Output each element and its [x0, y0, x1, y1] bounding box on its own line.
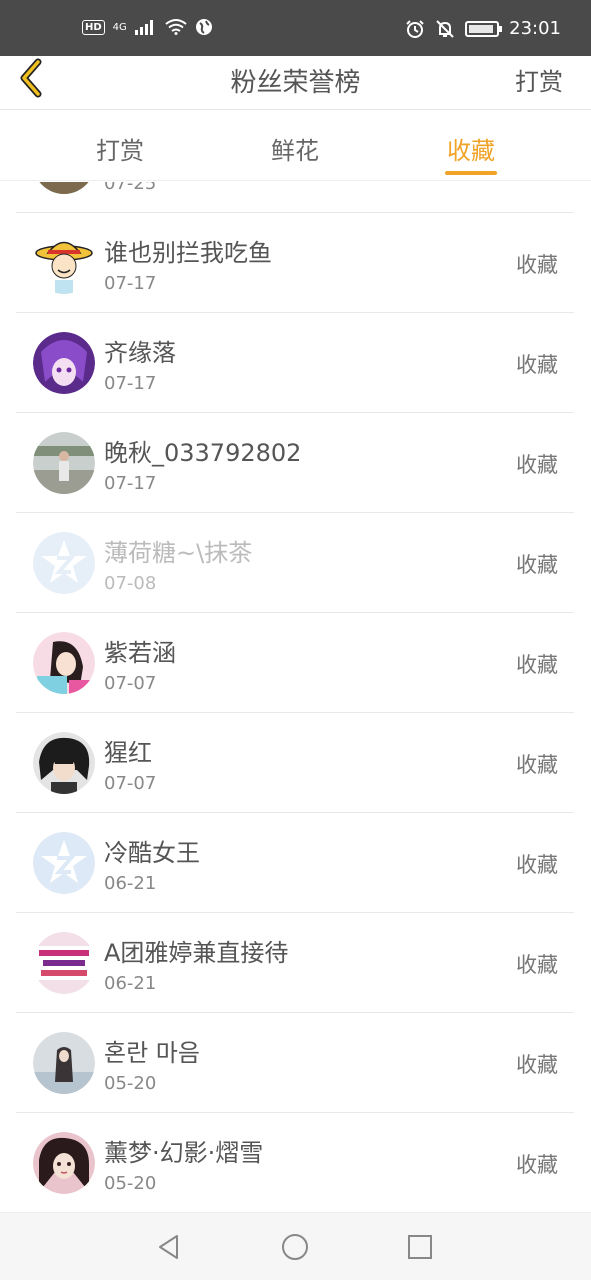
- item-name: 紫若涵: [104, 639, 176, 667]
- alarm-icon: [406, 19, 424, 38]
- list-item[interactable]: 혼란 마음 05-20 收藏: [16, 1013, 574, 1113]
- item-date: 07-08: [104, 573, 157, 594]
- list-item[interactable]: 猩红 07-07 收藏: [16, 713, 574, 813]
- mute-bell-icon: [436, 19, 454, 38]
- avatar: [33, 232, 95, 294]
- item-date: 06-21: [104, 973, 157, 994]
- tab-bar: 打赏 鲜花 收藏: [0, 111, 591, 181]
- item-name: 혼란 마음: [104, 1039, 200, 1067]
- circle-home-icon[interactable]: [279, 1231, 311, 1263]
- list-item[interactable]: A团雅婷兼直接待 06-21 收藏: [16, 913, 574, 1013]
- item-action: 收藏: [516, 853, 558, 877]
- item-date: 07-17: [104, 373, 157, 394]
- page-title: 粉丝荣誉榜: [230, 68, 361, 98]
- item-action: 收藏: [516, 553, 558, 577]
- avatar: [33, 932, 95, 994]
- fan-list[interactable]: 07-25 谁也别拦我吃鱼 07-17 收藏 齐缘落 07-17 收藏 晚秋_0…: [16, 182, 574, 1212]
- globe-icon: [195, 19, 212, 35]
- list-item[interactable]: 薰梦·幻影·熠雪 05-20 收藏: [16, 1113, 574, 1212]
- item-name: 薄荷糖~\抹茶: [104, 539, 253, 567]
- status-left: HD 4G: [82, 18, 213, 36]
- item-action: 收藏: [516, 253, 558, 277]
- item-action: 收藏: [516, 1153, 558, 1177]
- item-date: 07-17: [104, 473, 157, 494]
- network-type: 4G: [112, 21, 127, 33]
- tab-favorites[interactable]: 收藏: [411, 131, 531, 166]
- default-avatar-icon: [33, 832, 95, 894]
- item-action: 收藏: [516, 653, 558, 677]
- item-name: 薰梦·幻影·熠雪: [104, 1139, 264, 1167]
- clock: 23:01: [509, 18, 561, 39]
- item-action: 收藏: [516, 1053, 558, 1077]
- list-item-partial[interactable]: 07-25: [16, 182, 574, 213]
- list-item[interactable]: 齐缘落 07-17 收藏: [16, 313, 574, 413]
- system-nav-bar: [0, 1212, 591, 1280]
- status-bar: HD 4G 23:01: [0, 0, 591, 56]
- header: 粉丝荣誉榜 打赏: [0, 56, 591, 110]
- list-item[interactable]: 薄荷糖~\抹茶 07-08 收藏: [16, 513, 574, 613]
- triangle-back-icon[interactable]: [153, 1231, 185, 1263]
- avatar: [33, 332, 95, 394]
- square-recent-icon[interactable]: [404, 1231, 436, 1263]
- list-item[interactable]: 冷酷女王 06-21 收藏: [16, 813, 574, 913]
- item-name: 冷酷女王: [104, 839, 200, 867]
- avatar: [33, 732, 95, 794]
- active-tab-indicator: [445, 171, 497, 175]
- item-name: 晚秋_033792802: [104, 439, 302, 467]
- item-name: 谁也别拦我吃鱼: [104, 239, 272, 267]
- item-name: 猩红: [104, 739, 152, 767]
- reward-button[interactable]: 打赏: [515, 62, 563, 97]
- item-name: 齐缘落: [104, 339, 176, 367]
- item-date: 06-21: [104, 873, 157, 894]
- item-date: 07-07: [104, 773, 157, 794]
- item-action: 收藏: [516, 953, 558, 977]
- item-action: 收藏: [516, 353, 558, 377]
- default-avatar-icon: [33, 532, 95, 594]
- item-date: 05-20: [104, 1173, 157, 1194]
- item-action: 收藏: [516, 753, 558, 777]
- item-date: 07-07: [104, 673, 157, 694]
- status-right: 23:01: [405, 18, 561, 39]
- list-item[interactable]: 晚秋_033792802 07-17 收藏: [16, 413, 574, 513]
- wifi-icon: [165, 19, 187, 35]
- battery-icon: [465, 20, 503, 37]
- list-item[interactable]: 谁也别拦我吃鱼 07-17 收藏: [16, 213, 574, 313]
- item-date: 07-25: [104, 182, 157, 194]
- signal-icon: [134, 20, 153, 35]
- avatar: [33, 432, 95, 494]
- item-action: 收藏: [516, 453, 558, 477]
- avatar: [33, 1032, 95, 1094]
- avatar: [33, 632, 95, 694]
- list-item[interactable]: 紫若涵 07-07 收藏: [16, 613, 574, 713]
- item-date: 07-17: [104, 273, 157, 294]
- tab-flowers[interactable]: 鲜花: [235, 131, 355, 166]
- item-name: A团雅婷兼直接待: [104, 939, 289, 967]
- avatar: [33, 182, 95, 194]
- avatar: [33, 1132, 95, 1194]
- tab-reward[interactable]: 打赏: [60, 131, 180, 166]
- hd-badge: HD: [82, 19, 105, 35]
- item-date: 05-20: [104, 1073, 157, 1094]
